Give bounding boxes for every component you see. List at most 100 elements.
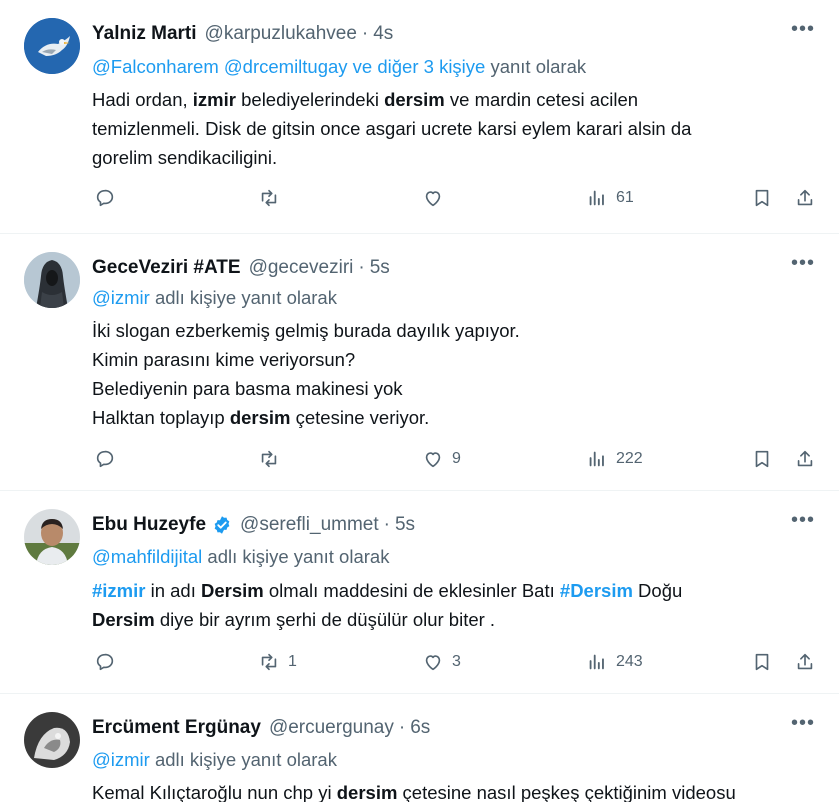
tweet[interactable]: Ercüment Ergünay @ercuergunay · 6s ••• @… — [0, 694, 839, 802]
tweet-text: Kemal Kılıçtaroğlu nun chp yi dersim çet… — [92, 778, 803, 802]
like-button[interactable]: 9 — [422, 444, 461, 474]
share-button[interactable] — [794, 647, 816, 677]
timestamp[interactable]: 5s — [370, 256, 390, 280]
views-button[interactable]: 243 — [586, 647, 643, 677]
reply-context: @izmir adlı kişiye yanıt olarak — [92, 285, 799, 311]
views-button[interactable]: 61 — [586, 183, 634, 213]
views-button[interactable]: 222 — [586, 444, 643, 474]
bookmark-icon — [755, 653, 769, 671]
bookmark-button[interactable] — [751, 444, 773, 474]
retweet-button[interactable] — [258, 444, 288, 474]
tweet-actions: 61 — [0, 183, 839, 213]
tweet-text-line: Halktan toplayıp dersim çetesine veriyor… — [92, 403, 803, 432]
reply-context: @Falconharem @drcemiltugay ve diğer 3 ki… — [92, 54, 799, 80]
reply-mentions[interactable]: @izmir — [92, 749, 150, 770]
like-count: 9 — [452, 450, 461, 467]
comment-icon — [96, 450, 114, 468]
share-icon — [797, 189, 813, 206]
reply-context: @mahfildijital adlı kişiye yanıt olarak — [92, 544, 799, 570]
user-handle[interactable]: @geceveziri — [249, 256, 354, 280]
retweet-button[interactable] — [258, 183, 288, 213]
retweet-button[interactable]: 1 — [258, 647, 297, 677]
retweet-icon — [261, 189, 277, 207]
user-handle[interactable]: @ercuergunay — [269, 716, 394, 740]
highlighted-keyword: dersim — [336, 782, 398, 802]
tweet[interactable]: GeceVeziri #ATE @geceveziri · 5s ••• @iz… — [0, 234, 839, 491]
tweet-text-line: Kimin parasını kime veriyorsun? — [92, 345, 803, 374]
user-handle[interactable]: @serefli_ummet — [240, 513, 379, 537]
more-options-icon[interactable]: ••• — [789, 713, 817, 736]
avatar[interactable] — [24, 252, 80, 308]
hashtag-link[interactable]: #Dersim — [560, 580, 633, 601]
text-segment: Halktan toplayıp — [92, 407, 230, 428]
tweet-text-line: İki slogan ezberkemiş gelmiş burada dayı… — [92, 316, 803, 345]
tweet-text: #izmir in adı Dersim olmalı maddesini de… — [92, 576, 803, 634]
timestamp[interactable]: 4s — [373, 22, 393, 46]
bookmark-button[interactable] — [751, 183, 773, 213]
tweet[interactable]: Ebu Huzeyfe @serefli_ummet · 5s ••• @mah… — [0, 491, 839, 694]
tweet[interactable]: Yalniz Marti @karpuzlukahvee · 4s ••• @F… — [0, 0, 839, 234]
tweet-header: Yalniz Marti @karpuzlukahvee · 4s — [92, 22, 779, 46]
bookmark-icon — [755, 450, 769, 468]
views-bar-chart-icon — [589, 451, 604, 467]
share-button[interactable] — [794, 444, 816, 474]
retweet-icon — [261, 653, 277, 671]
reply-mentions[interactable]: @Falconharem @drcemiltugay ve diğer 3 ki… — [92, 56, 485, 77]
display-name[interactable]: Yalniz Marti — [92, 22, 197, 46]
comment-icon — [96, 189, 114, 207]
text-segment: Doğu — [632, 580, 683, 601]
like-button[interactable]: 3 — [422, 647, 461, 677]
reply-button[interactable] — [94, 183, 124, 213]
separator-dot: · — [358, 257, 365, 278]
reply-button[interactable] — [94, 647, 124, 677]
text-segment: Hadi ordan, — [92, 89, 193, 110]
retweet-count: 1 — [288, 653, 297, 670]
share-icon — [797, 653, 813, 670]
highlighted-keyword: dersim — [229, 407, 291, 428]
tweet-feed: Yalniz Marti @karpuzlukahvee · 4s ••• @F… — [0, 0, 839, 802]
text-segment: ve mardin cetesi acilen — [444, 89, 639, 110]
share-button[interactable] — [794, 183, 816, 213]
avatar[interactable] — [24, 509, 80, 565]
timestamp[interactable]: 6s — [410, 716, 430, 740]
reply-mentions[interactable]: @mahfildijital — [92, 546, 202, 567]
like-count: 3 — [452, 653, 461, 670]
comment-icon — [96, 653, 114, 671]
reply-context: @izmir adlı kişiye yanıt olarak — [92, 747, 799, 773]
more-options-icon[interactable]: ••• — [789, 510, 817, 533]
highlighted-keyword: izmir — [192, 89, 236, 110]
reply-button[interactable] — [94, 444, 124, 474]
separator-dot: · — [383, 514, 390, 535]
verified-badge-icon — [214, 516, 230, 534]
heart-icon — [425, 191, 441, 207]
hashtag-link[interactable]: #izmir — [92, 580, 145, 601]
views-bar-chart-icon — [589, 654, 604, 670]
tweet-text-line: Belediyenin para basma makinesi yok — [92, 374, 803, 403]
tweet-text-line: gorelim sendikaciligini. — [92, 143, 803, 172]
reply-mentions[interactable]: @izmir — [92, 287, 150, 308]
tweet-actions: 9 222 — [0, 444, 839, 474]
separator-dot: · — [398, 717, 406, 738]
timestamp[interactable]: 5s — [395, 513, 415, 537]
avatar[interactable] — [24, 18, 80, 74]
reply-suffix: adlı kişiye yanıt olarak — [149, 287, 337, 308]
text-segment: belediyelerindeki — [235, 89, 385, 110]
user-handle[interactable]: @karpuzlukahvee — [205, 22, 357, 46]
bookmark-button[interactable] — [751, 647, 773, 677]
more-options-icon[interactable]: ••• — [789, 253, 817, 276]
display-name[interactable]: Ercüment Ergünay — [92, 716, 261, 740]
text-segment: Kemal Kılıçtaroğlu nun chp yi — [92, 782, 337, 802]
display-name[interactable]: Ebu Huzeyfe — [92, 513, 206, 537]
display-name[interactable]: GeceVeziri #ATE — [92, 256, 241, 280]
tweet-text-line: Hadi ordan, izmir belediyelerindeki ders… — [92, 85, 803, 114]
tweet-text: İki slogan ezberkemiş gelmiş burada dayı… — [92, 316, 803, 432]
text-segment: Kimin parasını kime veriyorsun? — [92, 349, 356, 370]
text-segment: temizlenmeli. Disk de gitsin once asgari… — [92, 118, 692, 139]
views-count: 61 — [616, 189, 634, 206]
more-options-icon[interactable]: ••• — [789, 19, 817, 42]
tweet-text-line: Dersim diye bir ayrım şerhi de düşülür o… — [92, 605, 803, 634]
like-button[interactable] — [422, 183, 452, 213]
text-segment: İki slogan ezberkemiş gelmiş burada dayı… — [92, 320, 520, 341]
text-segment: olmalı maddesini de eklesinler Batı — [263, 580, 560, 601]
avatar[interactable] — [24, 712, 80, 768]
